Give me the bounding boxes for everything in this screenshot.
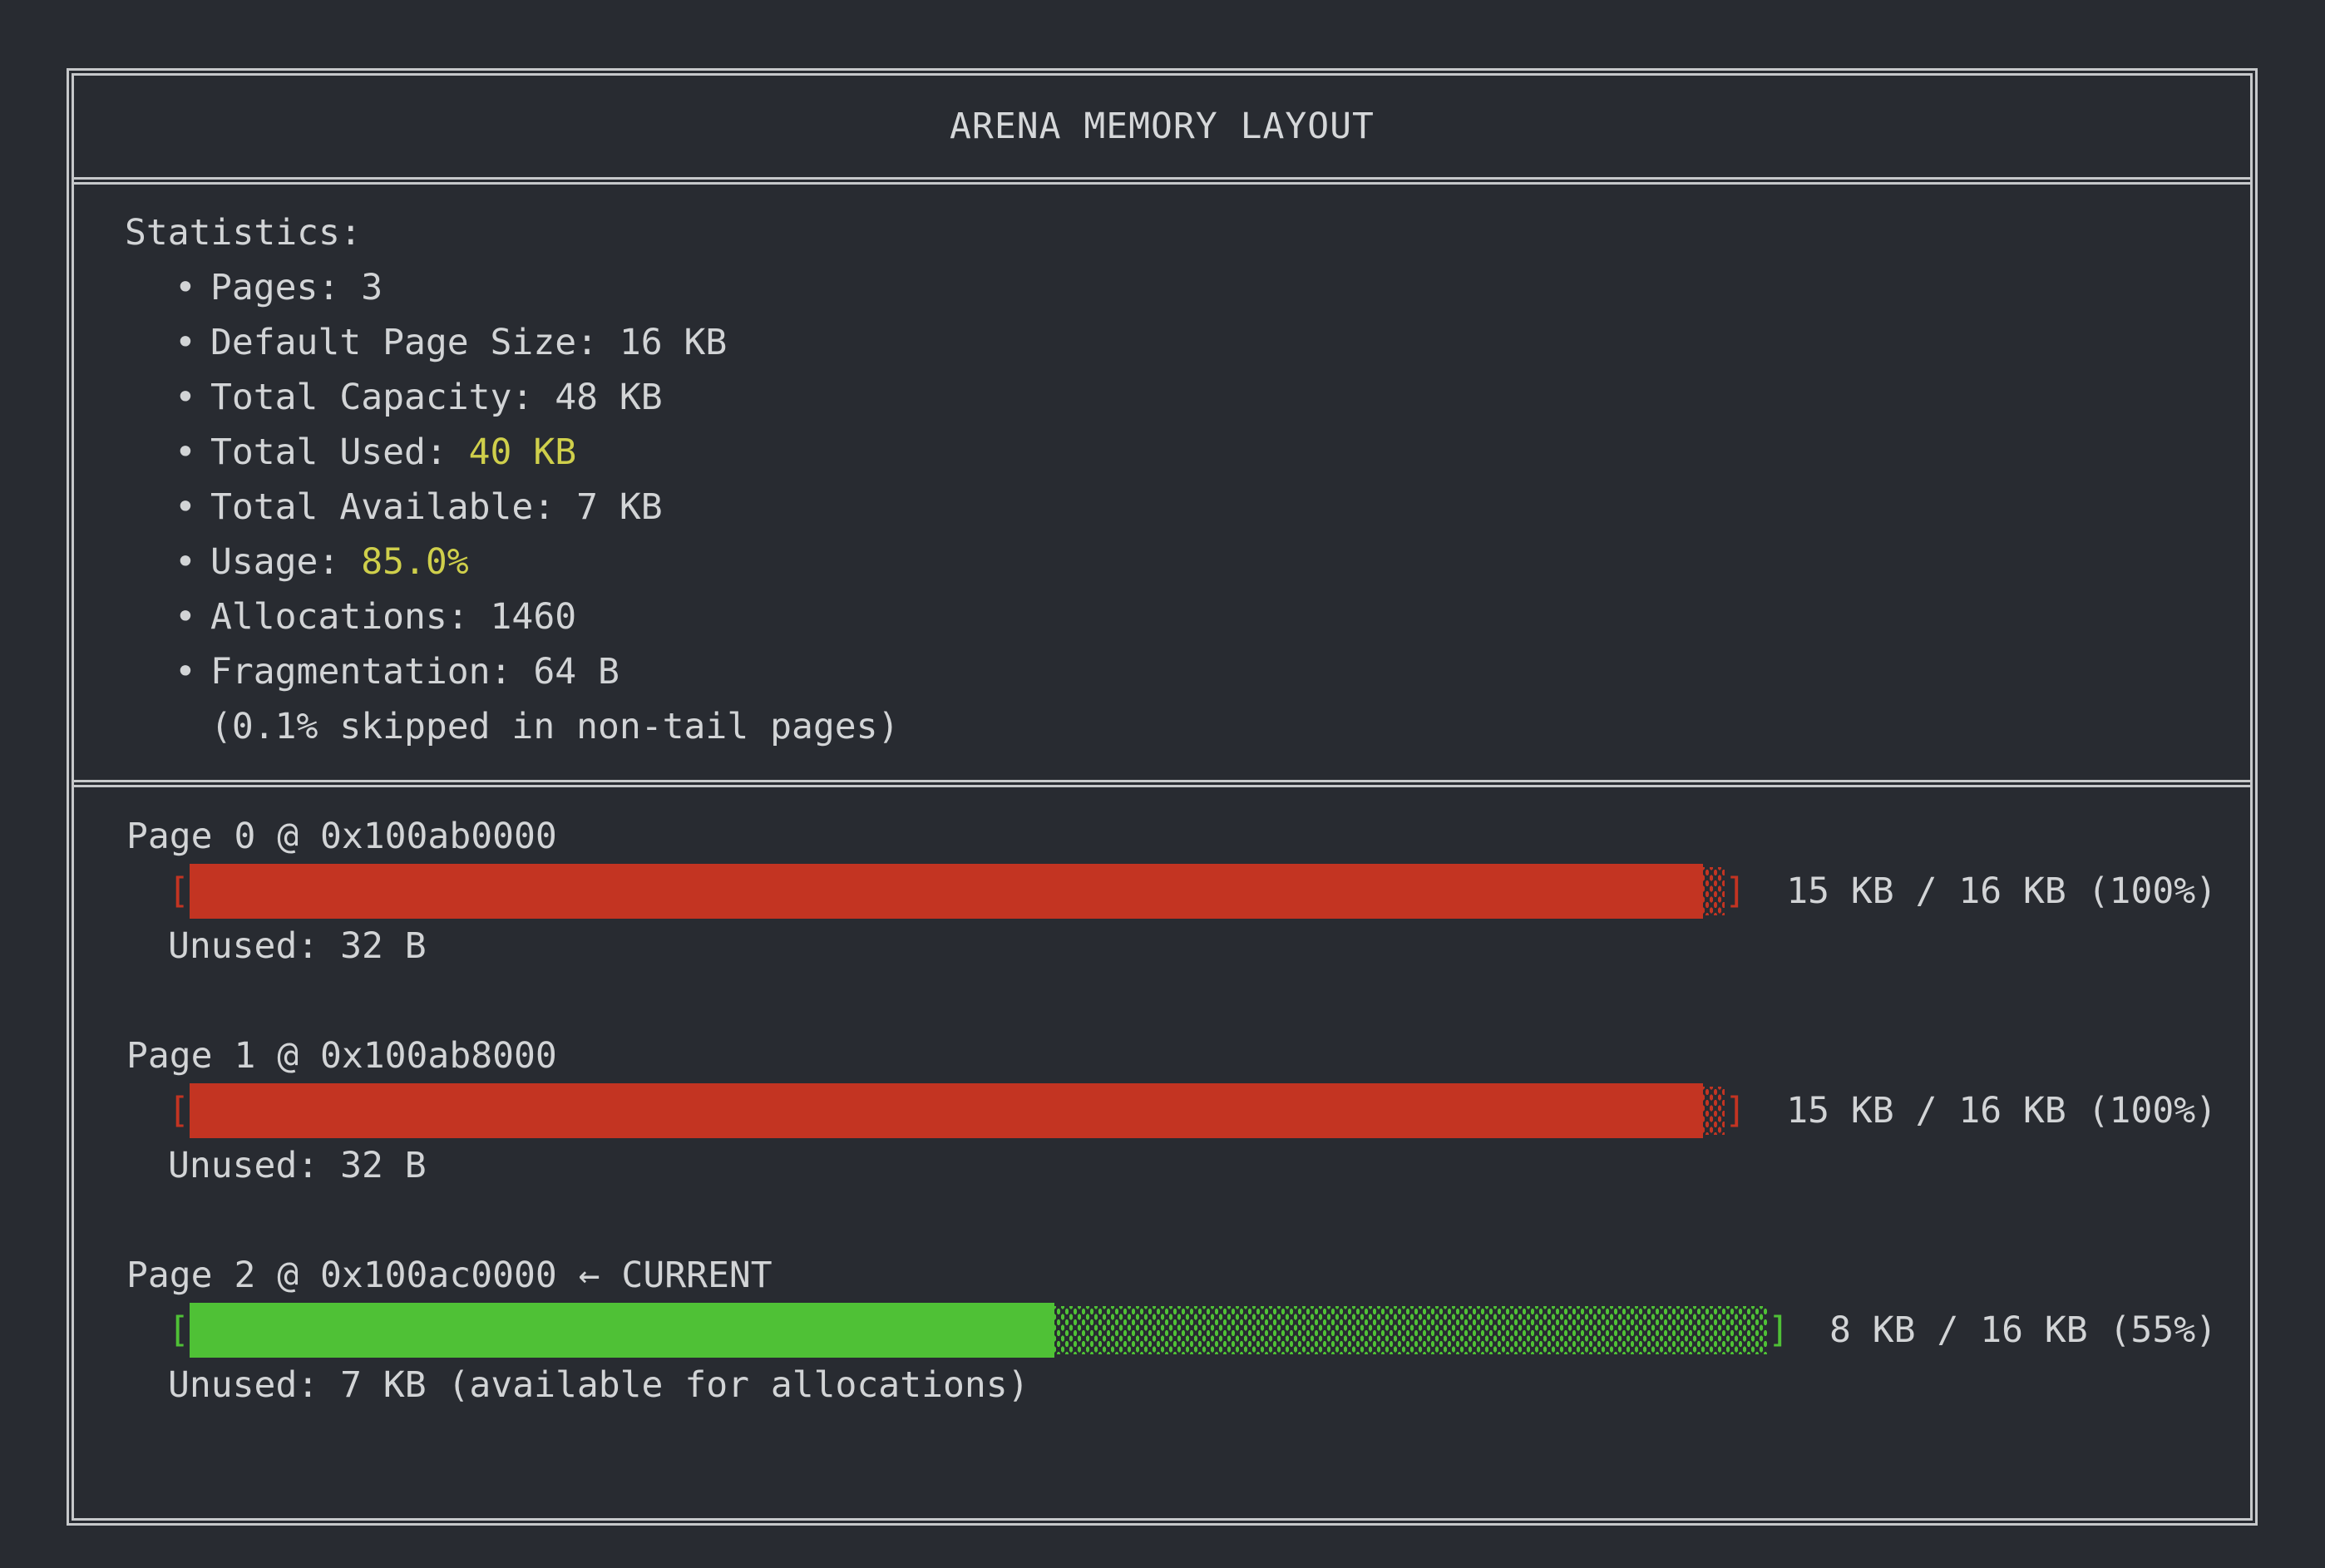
usage-bar-free bbox=[1054, 1306, 1768, 1354]
usage-bar-label: 15 KB / 16 KB (100%) bbox=[1786, 1083, 2217, 1138]
unused-label: Unused: 32 B bbox=[74, 919, 2250, 974]
page-title: ARENA MEMORY LAYOUT bbox=[950, 106, 1375, 147]
statistics-heading: Statistics: bbox=[74, 205, 2250, 260]
stat-line-fragmentation: • Fragmentation: 64 B bbox=[74, 644, 2250, 699]
bullet-marker: • bbox=[175, 535, 196, 589]
stat-line-allocations: • Allocations: 1460 bbox=[74, 589, 2250, 644]
bullet-marker: • bbox=[175, 425, 196, 480]
stat-line-default-page-size: • Default Page Size: 16 KB bbox=[74, 315, 2250, 370]
stat-label: Total Used: bbox=[210, 431, 447, 473]
stat-label: Fragmentation: 64 B bbox=[210, 651, 620, 693]
stat-line-usage: • Usage: 85.0% bbox=[74, 535, 2250, 589]
bar-close-bracket: ] bbox=[1725, 1083, 1746, 1138]
fragmentation-footnote: (0.1% skipped in non-tail pages) bbox=[74, 699, 2250, 754]
stat-value-highlight: 40 KB bbox=[469, 431, 576, 473]
panel-header: ARENA MEMORY LAYOUT bbox=[74, 76, 2250, 185]
bar-open-bracket: [ bbox=[168, 864, 190, 919]
bullet-marker: • bbox=[175, 644, 196, 699]
usage-bar-used bbox=[190, 864, 1703, 919]
stat-label: Total Capacity: 48 KB bbox=[210, 377, 663, 418]
stat-line-total-available: • Total Available: 7 KB bbox=[74, 480, 2250, 535]
usage-bar-row: [ ] 15 KB / 16 KB (100%) bbox=[74, 1083, 2250, 1138]
page-address-title: Page 0 @ 0x100ab0000 bbox=[74, 809, 2250, 864]
usage-bar-label: 8 KB / 16 KB (55%) bbox=[1829, 1303, 2217, 1358]
stat-label: Default Page Size: 16 KB bbox=[210, 322, 727, 363]
bullet-marker: • bbox=[175, 370, 196, 425]
stat-label: Allocations: 1460 bbox=[210, 596, 576, 638]
stat-line-pages: • Pages: 3 bbox=[74, 260, 2250, 315]
usage-bar-label: 15 KB / 16 KB (100%) bbox=[1786, 864, 2217, 919]
page-address-title: Page 1 @ 0x100ab8000 bbox=[74, 1028, 2250, 1083]
unused-label: Unused: 7 KB (available for allocations) bbox=[74, 1358, 2250, 1413]
stat-label: Pages: 3 bbox=[210, 267, 383, 308]
bar-open-bracket: [ bbox=[168, 1083, 190, 1138]
usage-bar-free bbox=[1703, 1087, 1725, 1135]
stat-value-highlight: 85.0% bbox=[361, 541, 468, 583]
usage-bar-used bbox=[190, 1083, 1703, 1138]
stat-label: Usage: bbox=[210, 541, 339, 583]
page-block-1: Page 1 @ 0x100ab8000 [ ] 15 KB / 16 KB (… bbox=[74, 1028, 2250, 1193]
usage-bar-used bbox=[190, 1303, 1054, 1358]
bar-close-bracket: ] bbox=[1768, 1303, 1789, 1358]
unused-label: Unused: 32 B bbox=[74, 1138, 2250, 1193]
page-block-0: Page 0 @ 0x100ab0000 [ ] 15 KB / 16 KB (… bbox=[74, 809, 2250, 974]
stat-line-total-capacity: • Total Capacity: 48 KB bbox=[74, 370, 2250, 425]
usage-bar-row: [ ] 8 KB / 16 KB (55%) bbox=[74, 1303, 2250, 1358]
bullet-marker: • bbox=[175, 260, 196, 315]
terminal-screen: { "header": { "title": "ARENA MEMORY LAY… bbox=[0, 0, 2325, 1568]
bar-close-bracket: ] bbox=[1725, 864, 1746, 919]
bullet-marker: • bbox=[175, 315, 196, 370]
bar-open-bracket: [ bbox=[168, 1303, 190, 1358]
usage-bar-free bbox=[1703, 867, 1725, 915]
bullet-marker: • bbox=[175, 589, 196, 644]
stat-label: Total Available: 7 KB bbox=[210, 486, 663, 528]
usage-bar-row: [ ] 15 KB / 16 KB (100%) bbox=[74, 864, 2250, 919]
stat-line-total-used: • Total Used: 40 KB bbox=[74, 425, 2250, 480]
bullet-marker: • bbox=[175, 480, 196, 535]
arena-memory-panel: ARENA MEMORY LAYOUT Statistics: • Pages:… bbox=[67, 68, 2258, 1526]
page-address-title: Page 2 @ 0x100ac0000 ← CURRENT bbox=[74, 1248, 2250, 1303]
pages-section: Page 0 @ 0x100ab0000 [ ] 15 KB / 16 KB (… bbox=[74, 787, 2250, 1413]
page-block-2: Page 2 @ 0x100ac0000 ← CURRENT [ ] 8 KB … bbox=[74, 1248, 2250, 1413]
statistics-section: Statistics: • Pages: 3 • Default Page Si… bbox=[74, 185, 2250, 787]
